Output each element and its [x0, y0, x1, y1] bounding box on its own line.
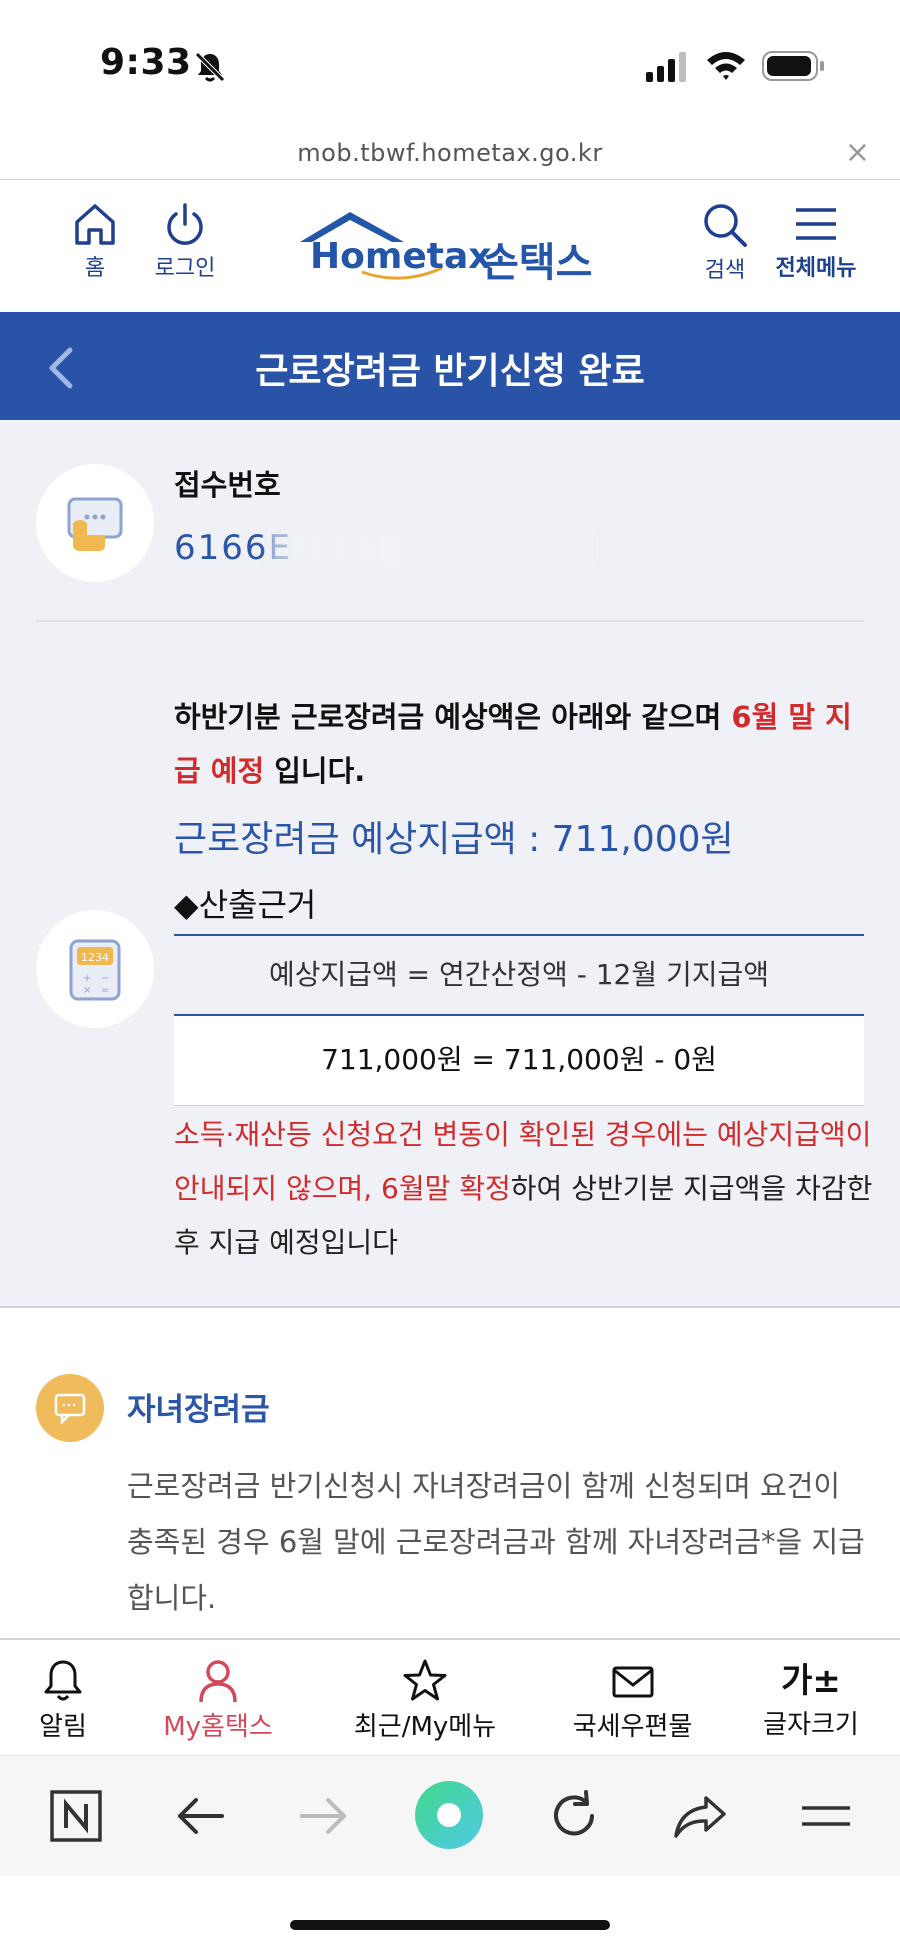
app-header: 홈 로그인 Hometax 손택스 검색 전체메뉴 [0, 180, 900, 312]
svg-text:−: − [101, 973, 109, 984]
calculation-table: 예상지급액 = 연간산정액 - 12월 기지급액 711,000원 = 711,… [174, 934, 864, 1106]
back-icon[interactable] [168, 1784, 232, 1848]
browser-menu-icon[interactable] [794, 1784, 858, 1848]
hamburger-menu-icon [796, 208, 836, 240]
nav-my-hometax[interactable]: My홈택스 [148, 1658, 288, 1743]
browser-url-bar[interactable]: mob.tbwf.hometax.go.kr × [0, 125, 900, 180]
person-icon [199, 1660, 237, 1703]
formula-value: 711,000원 = 711,000원 - 0원 [174, 1016, 864, 1106]
child-credit-description: 근로장려금 반기신청시 자녀장려금이 함께 신청되며 요건이 충족된 경우 6월… [127, 1469, 865, 1615]
battery-icon [762, 51, 824, 81]
redaction-blur [268, 528, 598, 570]
nav-my-label: My홈택스 [163, 1712, 273, 1742]
hometax-logo[interactable]: Hometax 손택스 [292, 206, 612, 286]
child-credit-section: 자녀장려금 근로장려금 반기신청시 자녀장려금이 함께 신청되며 요건이 충족된… [0, 1310, 900, 1640]
condition-notice: 소득·재산등 신청요건 변동이 확인된 경우에는 예상지급액이 안내되지 않으며… [174, 1108, 874, 1270]
star-icon [403, 1659, 447, 1701]
search-label: 검색 [704, 258, 746, 283]
nav-font-size[interactable]: 가± 글자크기 [752, 1658, 870, 1741]
page-title: 근로장려금 반기신청 완료 [255, 351, 645, 392]
calculator-icon-wrap: 1234 + − × = [36, 910, 154, 1028]
share-icon[interactable] [668, 1784, 732, 1848]
nav-mail-label: 국세우편물 [572, 1712, 693, 1742]
chat-hand-icon [67, 497, 123, 551]
calculator-icon: 1234 + − × = [69, 939, 121, 1001]
login-button[interactable]: 로그인 [140, 202, 230, 282]
login-label: 로그인 [154, 256, 216, 281]
all-menu-button[interactable]: 전체메뉴 [766, 202, 866, 282]
url-text[interactable]: mob.tbwf.hometax.go.kr [0, 139, 900, 167]
home-indicator[interactable] [290, 1920, 610, 1930]
search-button[interactable]: 검색 [690, 202, 760, 284]
bottom-app-nav: 알림 My홈택스 최근/My메뉴 국세우편물 가± 글자크기 [0, 1638, 900, 1756]
bell-muted-icon [195, 52, 225, 82]
svg-text:+: + [83, 973, 91, 984]
nav-alarm-label: 알림 [39, 1712, 87, 1742]
wifi-icon [707, 52, 745, 80]
svg-text:×: × [83, 985, 91, 996]
green-dot-search-icon[interactable] [412, 1778, 486, 1852]
expected-payment-notice: 하반기분 근로장려금 예상액은 아래와 같으며 6월 말 지급 예정 입니다. [174, 690, 874, 798]
result-content: 접수번호 6166E 하반기분 근로장려금 예상액은 아래와 같으며 6월 말 … [0, 420, 900, 1308]
close-icon[interactable]: × [845, 135, 870, 170]
section-divider [36, 620, 864, 622]
logo-korean: 손택스 [482, 240, 593, 286]
speech-bubble-icon [54, 1393, 86, 1424]
power-icon [167, 203, 203, 245]
nav-alarm[interactable]: 알림 [20, 1658, 106, 1743]
menu-label: 전체메뉴 [775, 256, 857, 281]
page-title-bar: 근로장려금 반기신청 완료 [0, 312, 900, 420]
font-size-icon: 가± [781, 1661, 841, 1701]
status-bar: 9:33 [0, 0, 900, 125]
notice-text: 하반기분 근로장려금 예상액은 아래와 같으며 [174, 700, 732, 734]
calculation-basis-title: ◆산출근거 [174, 886, 317, 924]
home-icon [75, 204, 115, 245]
receipt-icon-wrap [36, 464, 154, 582]
nav-recent-label: 최근/My메뉴 [353, 1712, 497, 1742]
formula-header: 예상지급액 = 연간산정액 - 12월 기지급액 [174, 936, 864, 1016]
search-icon [704, 204, 747, 247]
svg-text:=: = [101, 985, 109, 996]
receipt-number-label: 접수번호 [174, 468, 281, 502]
bell-icon [44, 1660, 82, 1701]
naver-n-icon[interactable] [44, 1784, 108, 1848]
forward-icon[interactable] [292, 1784, 356, 1848]
child-credit-icon-wrap [36, 1374, 104, 1442]
home-label: 홈 [84, 256, 106, 281]
home-button[interactable]: 홈 [60, 202, 130, 282]
calc-display-text: 1234 [81, 951, 109, 964]
child-credit-title: 자녀장려금 [127, 1392, 270, 1428]
cellular-signal-icon [646, 52, 686, 82]
nav-recent-menu[interactable]: 최근/My메뉴 [340, 1658, 510, 1743]
nav-tax-mail[interactable]: 국세우편물 [555, 1658, 710, 1743]
mail-icon [612, 1666, 653, 1698]
logo-text: Hometax [310, 236, 492, 277]
expected-amount: 근로장려금 예상지급액 : 711,000원 [174, 819, 734, 860]
refresh-icon[interactable] [542, 1784, 606, 1848]
notice-text-end: 입니다. [264, 754, 366, 788]
nav-font-label: 글자크기 [763, 1710, 859, 1740]
browser-toolbar [0, 1756, 900, 1876]
status-time: 9:33 [100, 42, 192, 83]
